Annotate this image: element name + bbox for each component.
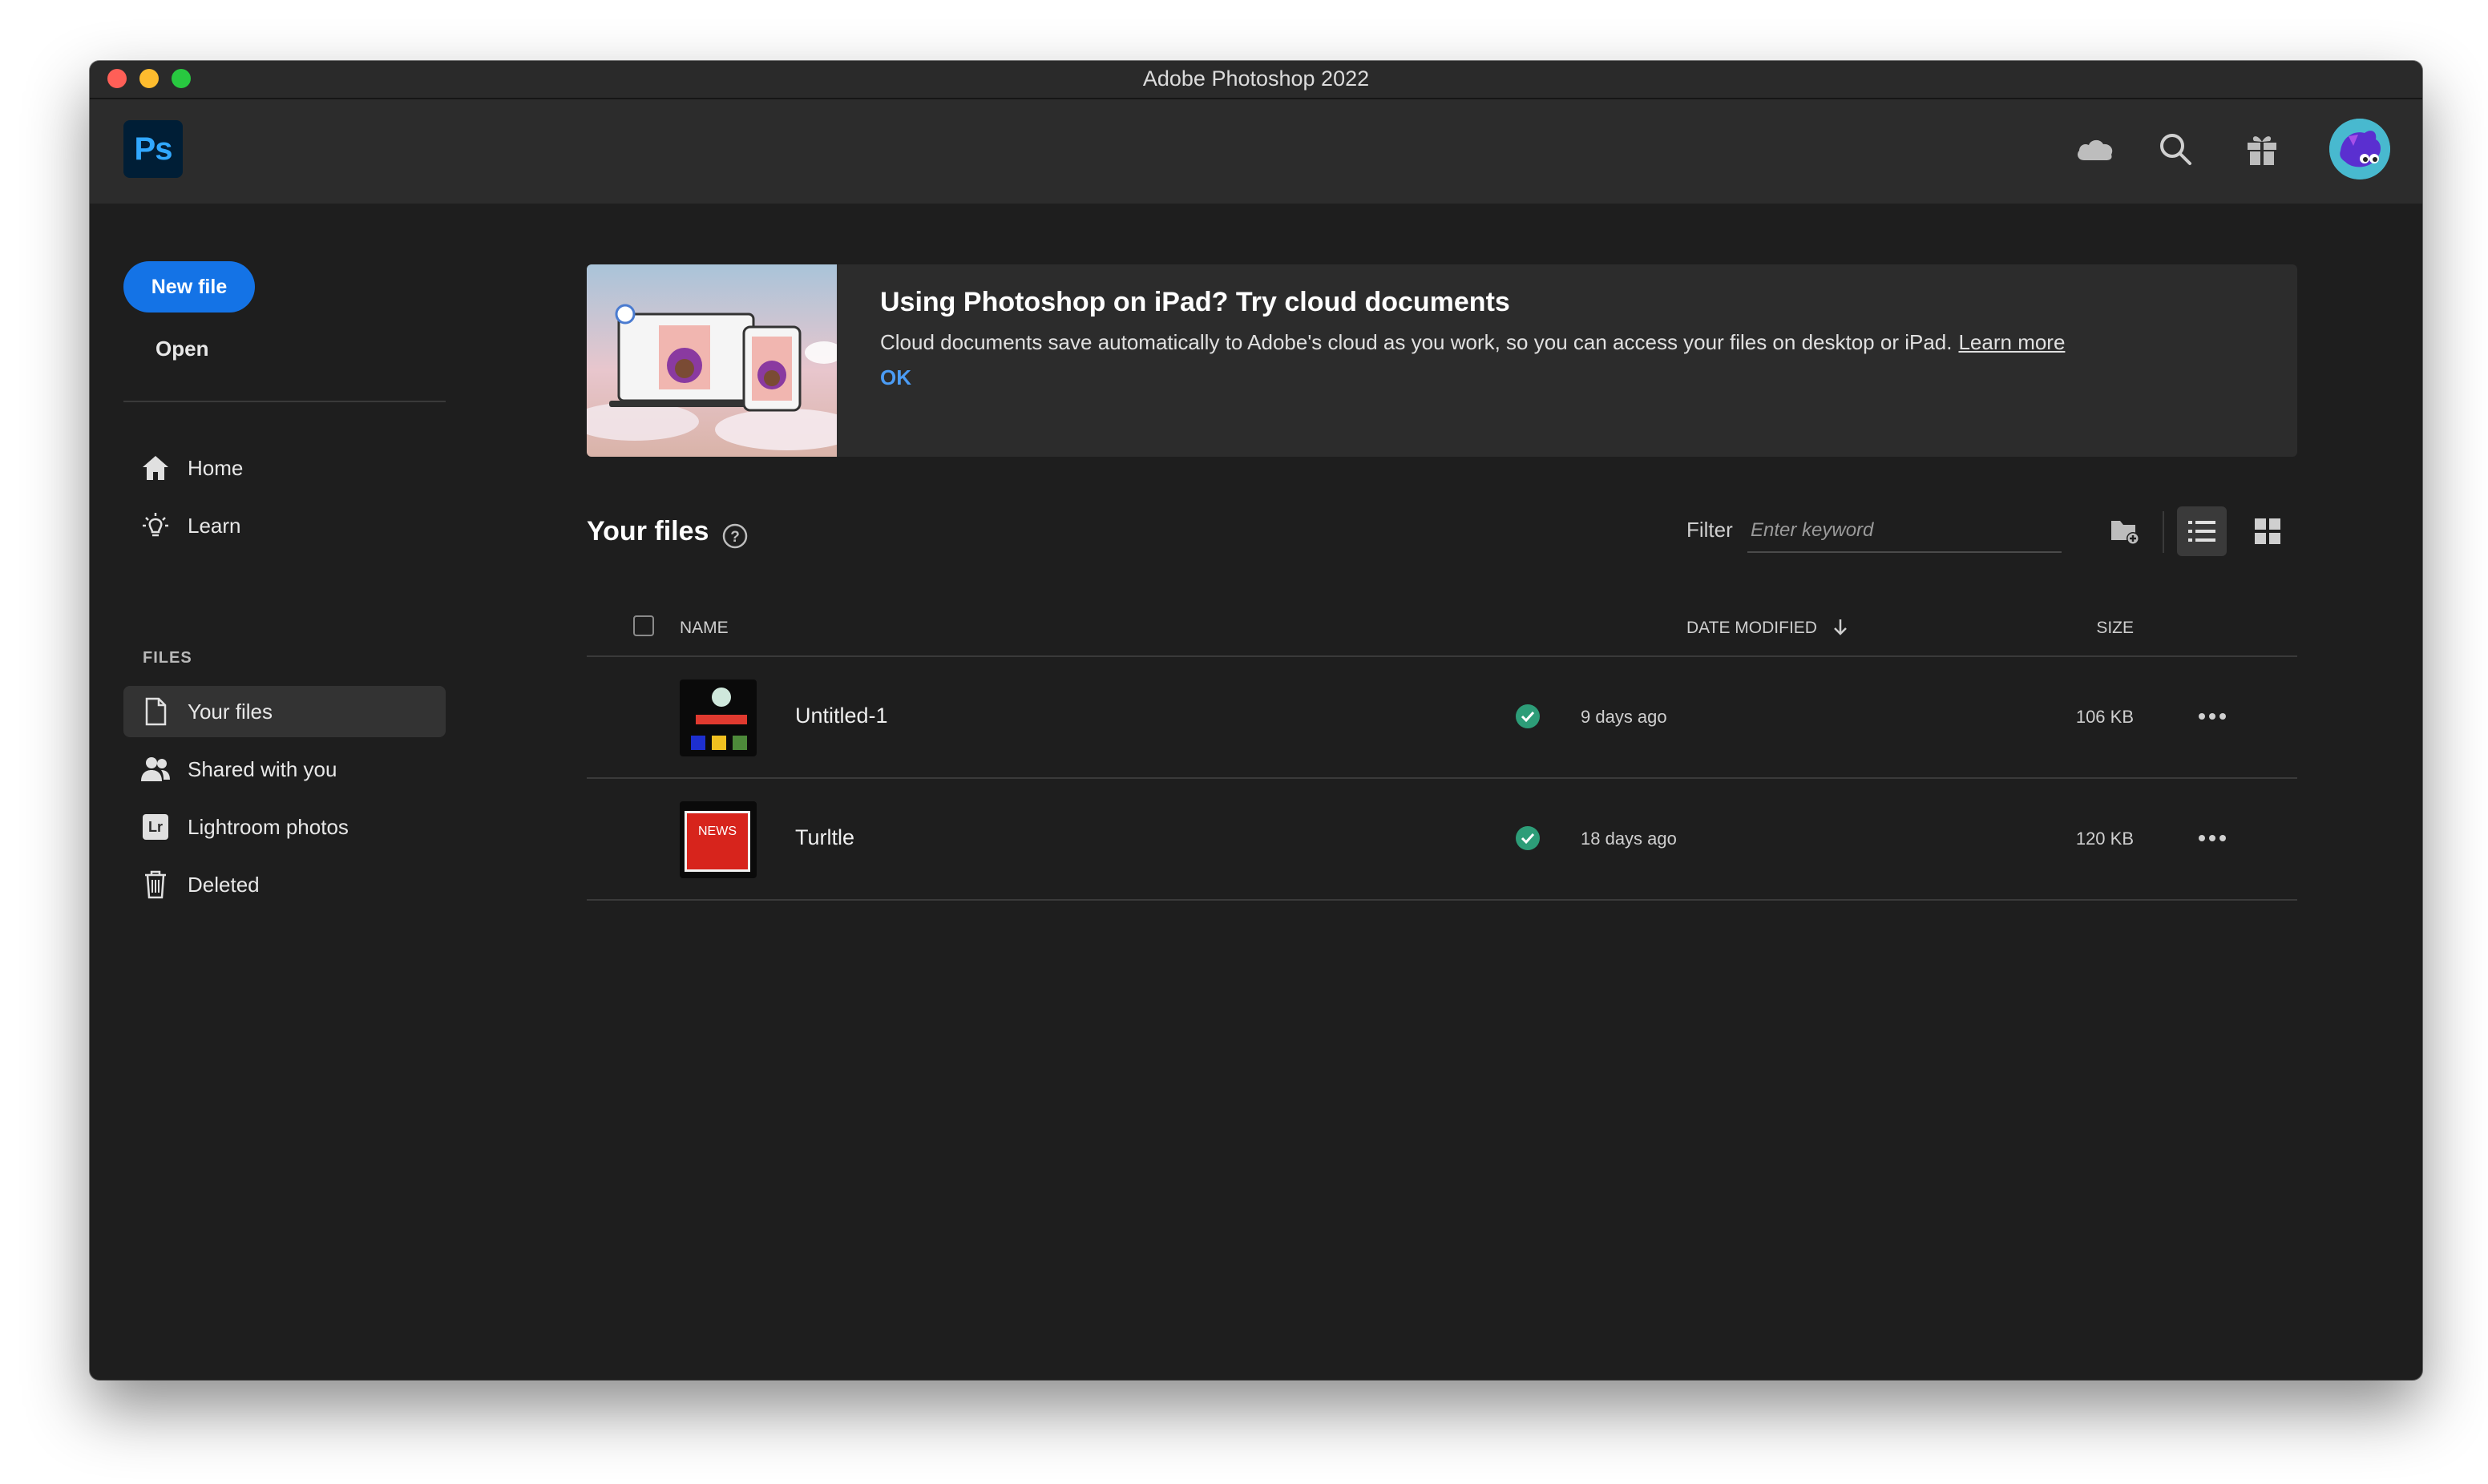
sidebar-item-lightroom-photos[interactable]: Lr Lightroom photos [123, 801, 446, 853]
home-icon [139, 452, 172, 484]
file-icon [139, 696, 172, 728]
file-thumbnail: NEWS [680, 801, 757, 878]
lightroom-icon: Lr [139, 811, 172, 843]
filter-label: Filter [1686, 518, 1733, 542]
open-button[interactable]: Open [156, 337, 208, 361]
sidebar-item-shared-with-you[interactable]: Shared with you [123, 744, 446, 795]
file-name[interactable]: Untitled-1 [795, 704, 888, 728]
more-icon [2199, 713, 2226, 720]
trash-icon [139, 869, 172, 901]
photoshop-logo[interactable]: Ps [123, 120, 183, 178]
sidebar-item-home[interactable]: Home [123, 442, 446, 494]
more-icon [2199, 835, 2226, 841]
title-bar: Adobe Photoshop 2022 [90, 61, 2422, 99]
sidebar-item-label: Learn [188, 513, 241, 538]
learn-more-link[interactable]: Learn more [1958, 330, 2065, 354]
svg-text:?: ? [730, 529, 740, 546]
select-all-checkbox[interactable] [633, 615, 654, 636]
banner-ok-button[interactable]: OK [880, 365, 911, 390]
user-avatar[interactable] [2329, 119, 2390, 179]
grid-view-button[interactable] [2243, 506, 2292, 556]
app-window: Adobe Photoshop 2022 Ps New file Open Ho… [90, 61, 2422, 1380]
help-icon[interactable]: ? [721, 522, 749, 550]
banner-title: Using Photoshop on iPad? Try cloud docum… [880, 287, 1510, 317]
sidebar-item-label: Home [188, 455, 244, 480]
banner-illustration [587, 264, 859, 457]
new-folder-button[interactable] [2100, 506, 2150, 556]
files-section-label: FILES [143, 649, 192, 667]
file-date-modified: 9 days ago [1581, 707, 1667, 727]
list-view-icon [2188, 521, 2215, 542]
lightbulb-icon [139, 510, 172, 542]
toolbar-divider [2163, 511, 2164, 553]
synced-check-icon [1515, 704, 1541, 729]
filter-input[interactable] [1747, 510, 2062, 553]
window-title: Adobe Photoshop 2022 [1142, 67, 1370, 91]
file-size: 120 KB [2075, 829, 2134, 849]
file-name[interactable]: Turltle [795, 825, 854, 850]
new-file-button[interactable]: New file [123, 261, 255, 313]
cloud-icon[interactable] [2073, 127, 2118, 171]
sidebar-item-your-files[interactable]: Your files [123, 686, 446, 737]
table-header: NAME DATE MODIFIED SIZE [587, 607, 2297, 657]
sidebar-divider [123, 401, 446, 402]
page-title: Your files [587, 516, 709, 546]
gift-icon[interactable] [2240, 127, 2284, 171]
sidebar-item-deleted[interactable]: Deleted [123, 859, 446, 910]
more-options-button[interactable] [2190, 822, 2235, 854]
sort-descending-icon [1833, 619, 1847, 635]
column-header-size[interactable]: SIZE [2096, 619, 2134, 638]
search-icon[interactable] [2153, 127, 2198, 171]
sidebar-item-label: Your files [188, 699, 273, 724]
more-options-button[interactable] [2190, 700, 2235, 732]
file-thumbnail [680, 679, 757, 756]
people-icon [139, 753, 172, 785]
cloud-documents-banner: Using Photoshop on iPad? Try cloud docum… [587, 264, 2297, 457]
sidebar-item-label: Lightroom photos [188, 814, 349, 839]
app-header: Ps [90, 99, 2422, 204]
synced-check-icon [1515, 825, 1541, 851]
sidebar-item-learn[interactable]: Learn [123, 500, 446, 551]
column-header-name[interactable]: NAME [680, 619, 729, 638]
column-header-date-modified[interactable]: DATE MODIFIED [1686, 619, 1848, 638]
banner-body: Cloud documents save automatically to Ad… [880, 330, 2066, 354]
file-date-modified: 18 days ago [1581, 829, 1677, 849]
sidebar: New file Open Home Learn FILES Your file… [90, 204, 507, 1380]
grid-view-icon [2255, 518, 2280, 544]
list-view-button[interactable] [2177, 506, 2227, 556]
table-row[interactable]: NEWS Turltle 18 days ago 120 KB [587, 779, 2297, 901]
file-size: 106 KB [2075, 707, 2134, 727]
sidebar-item-label: Deleted [188, 872, 260, 897]
table-row[interactable]: Untitled-1 9 days ago 106 KB [587, 657, 2297, 779]
new-folder-icon [2111, 521, 2139, 545]
sidebar-item-label: Shared with you [188, 756, 337, 781]
